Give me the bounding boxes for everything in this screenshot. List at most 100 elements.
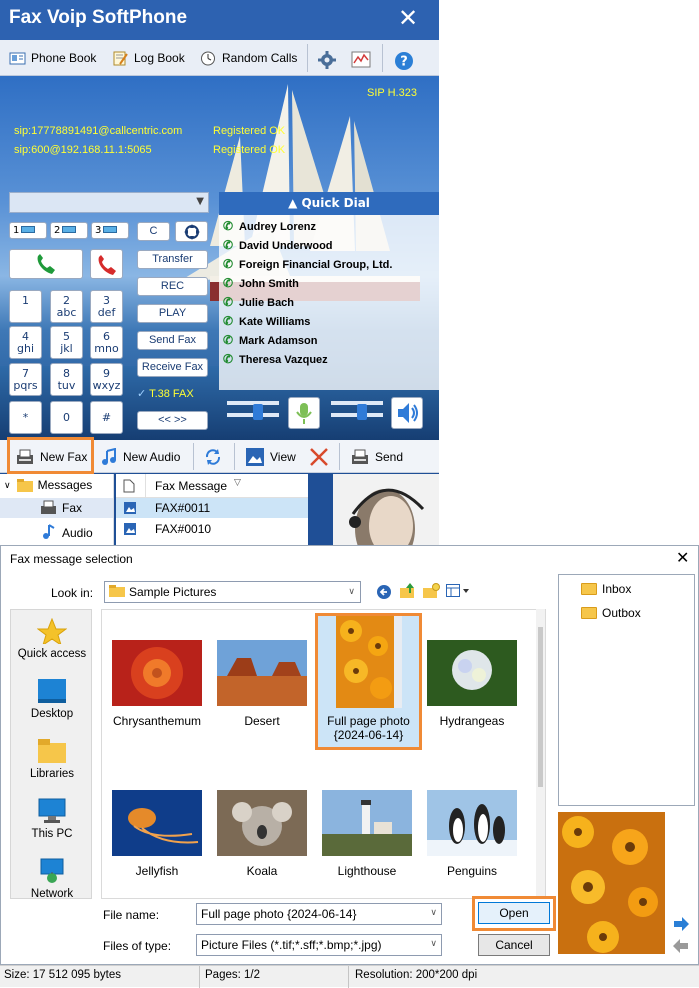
file-item[interactable]: Desert [214,640,310,728]
place-network[interactable]: Network [11,858,93,900]
speaker-volume-slider[interactable] [331,399,383,420]
keypad-key[interactable]: * [9,401,42,434]
open-button[interactable]: Open [478,902,550,924]
slider-thumb[interactable] [253,404,263,420]
place-desktop[interactable]: Desktop [11,678,93,720]
keypad-key[interactable]: 3 def [90,290,123,323]
tree-item-messages[interactable]: ∨ Messages [4,478,92,492]
previous-page-button[interactable] [671,936,691,959]
quick-dial-contact[interactable]: ✆ John Smith [223,274,299,293]
microphone-button[interactable] [288,397,320,429]
place-quick-access[interactable]: Quick access [11,618,93,660]
keypad-key[interactable]: 6 mno [90,326,123,359]
quick-dial-contact[interactable]: ✆ Foreign Financial Group, Ltd. [223,255,392,274]
keypad-key[interactable]: 1 [9,290,42,323]
place-this-pc[interactable]: This PC [11,798,93,840]
line-2-button[interactable]: 2 [50,222,88,239]
scrollbar-thumb[interactable] [538,627,543,787]
file-item[interactable]: Chrysanthemum [109,640,205,728]
quick-dial-contact[interactable]: ✆ Theresa Vazquez [223,350,328,369]
receive-fax-button[interactable]: Receive Fax [137,358,208,377]
keypad-key[interactable]: 9 wxyz [90,363,123,396]
line-3-button[interactable]: 3 [91,222,129,239]
next-page-button[interactable] [671,914,691,937]
quick-dial-contact[interactable]: ✆ Julie Bach [223,293,294,312]
quick-dial-contact[interactable]: ✆ Audrey Lorenz [223,217,316,236]
quick-dial-contact[interactable]: ✆ David Underwood [223,236,333,255]
keypad-key[interactable]: 7 pqrs [9,363,42,396]
file-name-input[interactable]: Full page photo {2024-06-14} ∨ [196,903,442,925]
account-status: Registered OK [213,144,286,156]
tree-item-fax[interactable]: Fax [0,498,113,518]
triangle-up-icon: ▲ [288,196,302,210]
table-row[interactable]: FAX#0010 [116,519,308,539]
help-button[interactable]: ? [394,48,416,70]
settings-button[interactable] [318,48,340,69]
monitor-button[interactable] [351,48,373,68]
record-button[interactable]: REC [137,277,208,296]
file-type-select[interactable]: Picture Files (*.tif;*.sff;*.bmp;*.jpg) … [196,934,442,956]
keypad-key[interactable]: 0 [50,401,83,434]
file-grid-scrollbar[interactable] [536,609,545,899]
folder-item-inbox[interactable]: Inbox [581,582,631,596]
quick-dial-contact[interactable]: ✆ Mark Adamson [223,331,317,350]
cancel-button[interactable]: Cancel [478,934,550,956]
view-button[interactable]: View [245,444,296,469]
column-fax-message[interactable]: Fax Message [155,479,227,493]
back-button[interactable] [376,584,392,603]
line-1-button[interactable]: 1 [9,222,47,239]
close-icon[interactable]: ✕ [676,548,689,567]
dial-number-combo[interactable]: ▼ [9,192,209,213]
place-libraries[interactable]: Libraries [11,738,93,780]
file-item[interactable]: Koala [214,790,310,878]
hangup-button[interactable] [90,249,123,279]
file-item[interactable]: Hydrangeas [424,640,520,728]
quick-dial-header[interactable]: ▲ Quick Dial [219,192,439,215]
table-row[interactable]: FAX#0011 [116,498,308,518]
transfer-button[interactable]: Transfer [137,250,208,269]
file-item[interactable]: Penguins [424,790,520,878]
contact-photo [333,474,439,545]
scroll-arrows-button[interactable]: << >> [137,411,208,430]
quick-dial-contact[interactable]: ✆ Kate Williams [223,312,310,331]
keypad-key[interactable]: # [90,401,123,434]
keypad-key[interactable]: 8 tuv [50,363,83,396]
up-folder-button[interactable] [399,582,417,603]
speaker-button[interactable] [391,397,423,429]
title-bar: Fax Voip SoftPhone ✕ [0,0,439,40]
log-book-button[interactable]: Log Book [112,48,185,68]
speaker-icon [398,403,418,423]
keypad-key[interactable]: 5 jkl [50,326,83,359]
refresh-button[interactable] [204,444,222,469]
mic-volume-slider[interactable] [227,399,279,420]
phone-book-button[interactable]: Phone Book [9,48,96,68]
folder-item-outbox[interactable]: Outbox [581,606,641,620]
new-folder-button[interactable] [422,582,440,603]
folder-up-icon [400,583,414,598]
send-fax-button[interactable]: Send Fax [137,331,208,350]
toolbar-divider [234,443,235,470]
play-button[interactable]: PLAY [137,304,208,323]
arrow-left-icon [673,939,688,953]
keypad-key[interactable]: 4 ghi [9,326,42,359]
clear-button[interactable]: C [137,222,170,241]
t38-checkbox[interactable]: ✓ T.38 FAX [137,387,194,400]
file-item[interactable]: Lighthouse [319,790,415,878]
keypad-key[interactable]: 2 abc [50,290,83,323]
random-calls-button[interactable]: Random Calls [200,48,297,68]
call-button[interactable] [9,249,83,279]
view-menu-button[interactable] [446,584,470,601]
destination-folder-list: Inbox Outbox [558,574,695,806]
new-audio-button[interactable]: New Audio [100,444,180,469]
slider-thumb[interactable] [357,404,367,420]
chevron-down-icon[interactable]: ▼ [196,196,204,207]
file-item-selected[interactable]: Full page photo {2024-06-14} [318,616,419,742]
delete-button[interactable] [309,444,329,469]
connect-button[interactable] [175,221,208,242]
tree-item-audio[interactable]: Audio [0,522,113,542]
chevron-down-icon: ∨ [4,479,11,490]
file-item[interactable]: Jellyfish [109,790,205,878]
look-in-select[interactable]: Sample Pictures ∨ [104,581,361,603]
send-button[interactable]: Send [350,444,403,469]
close-icon[interactable]: ✕ [398,4,418,32]
